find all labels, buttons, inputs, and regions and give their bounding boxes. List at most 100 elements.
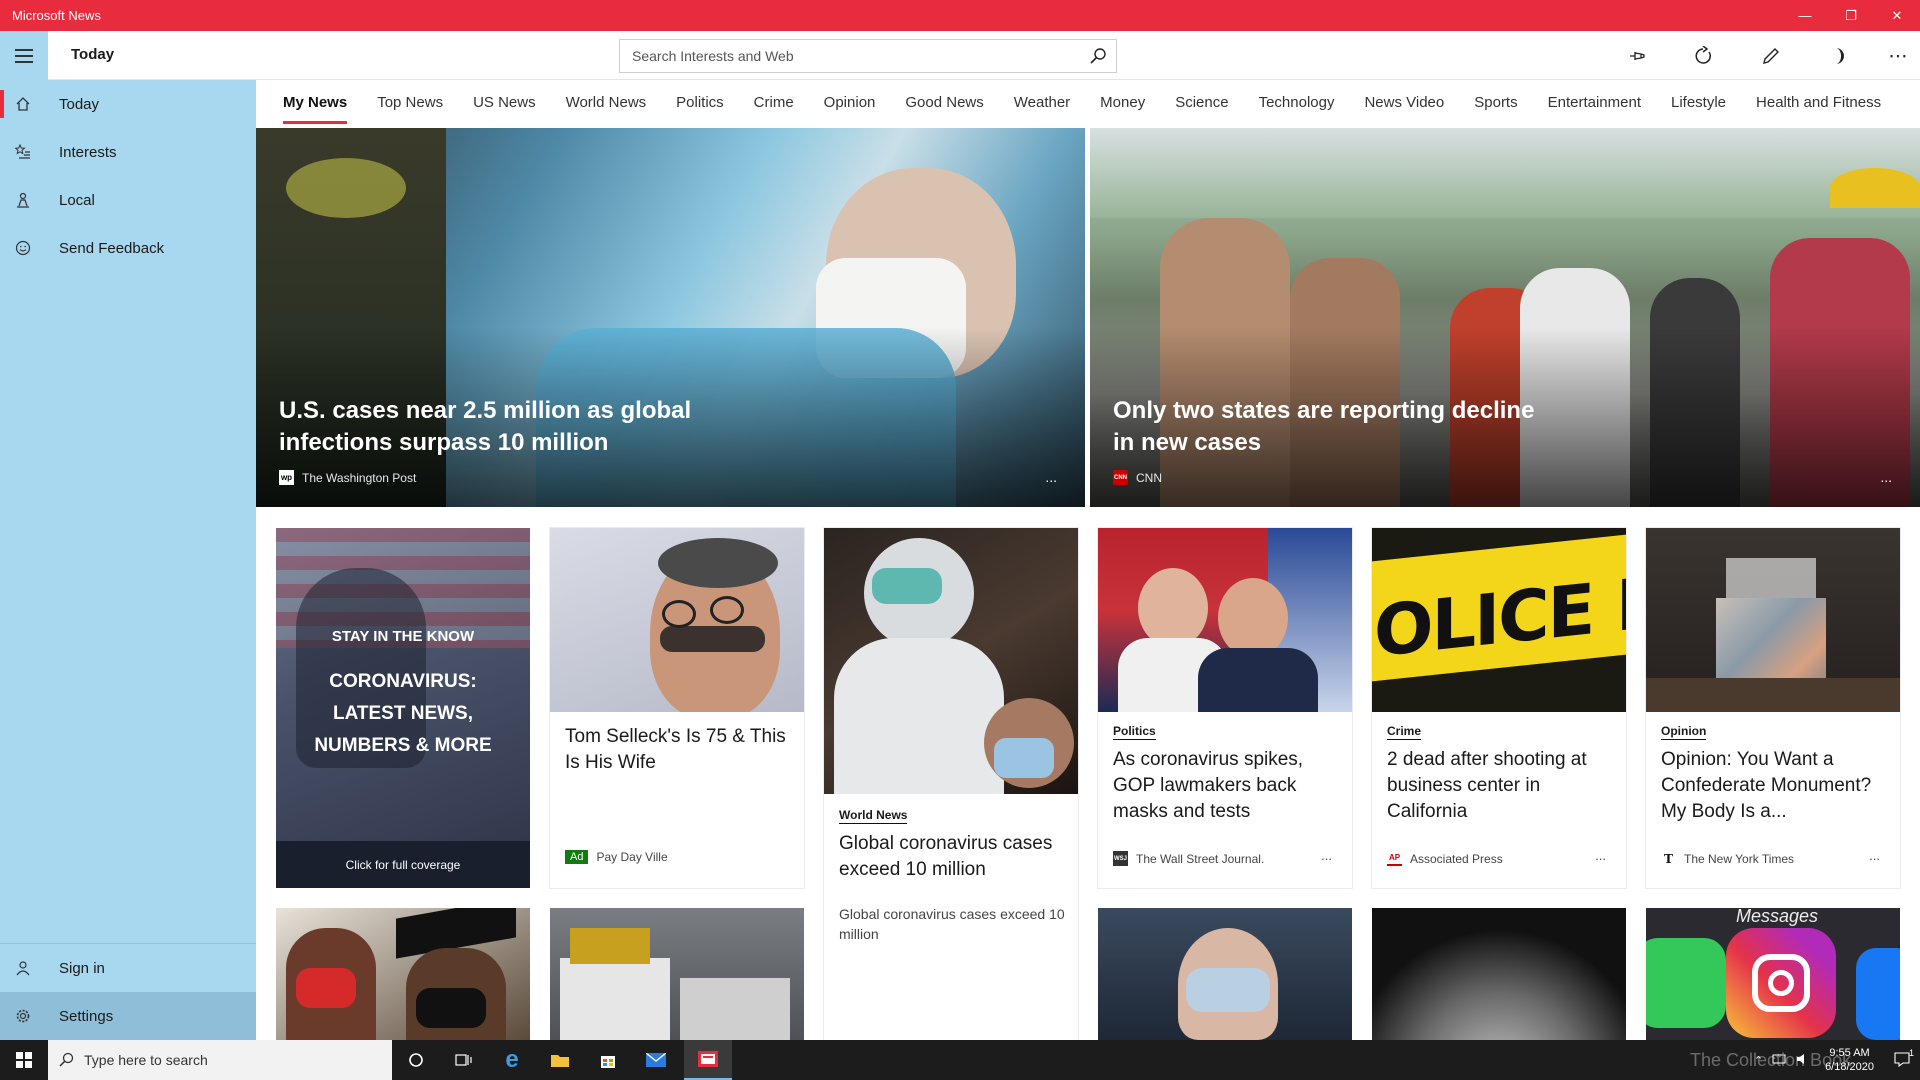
- card-category[interactable]: World News: [839, 808, 908, 824]
- partial-card-apps[interactable]: Messages: [1646, 908, 1900, 1040]
- cnn-logo-icon: CNN: [1113, 470, 1128, 485]
- tab-news-video[interactable]: News Video: [1349, 80, 1459, 124]
- page-title: Today: [71, 46, 115, 63]
- promo-headline: CORONAVIRUS: LATEST NEWS, NUMBERS & MORE: [314, 671, 492, 756]
- edge-browser-icon[interactable]: e: [488, 1040, 536, 1080]
- more-options-icon[interactable]: ...: [1869, 848, 1880, 863]
- card-image: OLICE LIN: [1372, 528, 1626, 712]
- sidebar-item-label: Settings: [59, 1007, 114, 1025]
- refresh-icon[interactable]: [1692, 44, 1716, 68]
- minimize-button[interactable]: —: [1782, 0, 1828, 31]
- news-card-opinion[interactable]: Opinion Opinion: You Want a Confederate …: [1646, 528, 1900, 888]
- sidebar-item-sign-in[interactable]: Sign in: [0, 944, 256, 992]
- full-coverage-button[interactable]: Click for full coverage: [276, 841, 530, 888]
- tab-entertainment[interactable]: Entertainment: [1533, 80, 1656, 124]
- ad-card[interactable]: Tom Selleck's Is 75 & This Is His Wife A…: [550, 528, 804, 888]
- search-icon[interactable]: [1080, 47, 1116, 65]
- hero-source: wp The Washington Post: [279, 470, 416, 485]
- partial-card-planet[interactable]: [1372, 908, 1626, 1040]
- card-category[interactable]: Crime: [1387, 724, 1422, 740]
- card-image: [1646, 528, 1900, 712]
- news-card-crime[interactable]: OLICE LIN Crime 2 dead after shooting at…: [1372, 528, 1626, 888]
- maximize-button[interactable]: ❐: [1828, 0, 1874, 31]
- card-title: As coronavirus spikes, GOP lawmakers bac…: [1113, 749, 1304, 822]
- partial-card-mask[interactable]: [1098, 908, 1352, 1040]
- hamburger-menu-icon[interactable]: [0, 31, 48, 80]
- messages-label: Messages: [1736, 908, 1819, 926]
- search-box[interactable]: Search Interests and Web: [619, 39, 1117, 73]
- hero-story-1[interactable]: U.S. cases near 2.5 million as global in…: [256, 128, 1085, 507]
- partial-card-trucks[interactable]: [550, 908, 804, 1040]
- hero-source-name: CNN: [1136, 470, 1162, 485]
- category-tabs: My News Top News US News World News Poli…: [256, 80, 1920, 124]
- sidebar-item-send-feedback[interactable]: Send Feedback: [0, 224, 256, 272]
- more-options-icon[interactable]: ⋯: [1886, 44, 1910, 68]
- card-title: Tom Selleck's Is 75 & This Is His Wife: [565, 726, 786, 773]
- card-source-name: The Wall Street Journal.: [1136, 851, 1265, 866]
- sidebar-item-interests[interactable]: Interests: [0, 128, 256, 176]
- pin-icon[interactable]: [1625, 44, 1649, 68]
- sidebar-item-local[interactable]: Local: [0, 176, 256, 224]
- news-card-politics[interactable]: Politics As coronavirus spikes, GOP lawm…: [1098, 528, 1352, 888]
- coronavirus-coverage-card[interactable]: STAY IN THE KNOW CORONAVIRUS: LATEST NEW…: [276, 528, 530, 888]
- search-input[interactable]: Search Interests and Web: [620, 48, 1080, 64]
- person-local-icon: [0, 192, 46, 208]
- tab-politics[interactable]: Politics: [661, 80, 739, 124]
- mail-icon[interactable]: [632, 1040, 680, 1080]
- taskbar-search-placeholder: Type here to search: [84, 1052, 208, 1068]
- file-explorer-icon[interactable]: [536, 1040, 584, 1080]
- news-app-icon[interactable]: [684, 1040, 732, 1080]
- tab-science[interactable]: Science: [1160, 80, 1243, 124]
- action-center-icon[interactable]: 1: [1884, 1047, 1920, 1070]
- tab-us-news[interactable]: US News: [458, 80, 551, 124]
- card-image: [824, 528, 1078, 794]
- sidebar-item-today[interactable]: Today: [0, 80, 256, 128]
- sidebar: Today Interests Local Send Feedback Sign…: [0, 31, 256, 1040]
- card-summary: Global coronavirus cases exceed 10 milli…: [839, 906, 1065, 942]
- sidebar-item-label: Send Feedback: [59, 239, 165, 257]
- tab-world-news[interactable]: World News: [551, 80, 662, 124]
- promo-kicker: STAY IN THE KNOW: [331, 628, 475, 645]
- hero-title: Only two states are reporting decline in…: [1113, 397, 1535, 456]
- taskbar: Type here to search e ⌃ 9:55 AM 6/18/202…: [0, 1040, 1920, 1080]
- tab-lifestyle[interactable]: Lifestyle: [1656, 80, 1741, 124]
- tab-opinion[interactable]: Opinion: [809, 80, 891, 124]
- tab-top-news[interactable]: Top News: [362, 80, 458, 124]
- card-source-name: Pay Day Ville: [596, 850, 668, 864]
- sidebar-item-label: Local: [59, 191, 95, 209]
- ad-badge: Ad: [565, 850, 589, 864]
- tab-technology[interactable]: Technology: [1244, 80, 1350, 124]
- partial-card-graduates[interactable]: [276, 908, 530, 1040]
- tab-my-news[interactable]: My News: [256, 80, 362, 124]
- store-icon[interactable]: [584, 1040, 632, 1080]
- card-category[interactable]: Politics: [1113, 724, 1156, 740]
- hero-story-2[interactable]: Only two states are reporting decline in…: [1090, 128, 1920, 507]
- news-card-world[interactable]: World News Global coronavirus cases exce…: [824, 528, 1078, 1040]
- card-source-name: The New York Times: [1684, 851, 1795, 866]
- more-options-icon[interactable]: ...: [1595, 848, 1606, 863]
- task-view-icon[interactable]: [440, 1040, 488, 1080]
- more-options-icon[interactable]: ...: [1045, 469, 1057, 485]
- card-title: 2 dead after shooting at business center…: [1387, 749, 1587, 822]
- cortana-icon[interactable]: [392, 1040, 440, 1080]
- more-options-icon[interactable]: ...: [1880, 469, 1892, 485]
- card-source: Ad Pay Day Ville: [565, 850, 668, 864]
- card-image: [550, 528, 804, 712]
- tab-sports[interactable]: Sports: [1459, 80, 1532, 124]
- card-category[interactable]: Opinion: [1661, 724, 1707, 740]
- tab-money[interactable]: Money: [1085, 80, 1160, 124]
- notification-count: 1: [1908, 1047, 1914, 1058]
- washington-post-logo-icon: wp: [279, 470, 294, 485]
- dark-mode-icon[interactable]: [1826, 44, 1850, 68]
- taskbar-search[interactable]: Type here to search: [48, 1040, 392, 1080]
- pencil-icon[interactable]: [1759, 44, 1783, 68]
- tab-good-news[interactable]: Good News: [890, 80, 998, 124]
- close-button[interactable]: ✕: [1874, 0, 1920, 31]
- sidebar-item-settings[interactable]: Settings: [0, 992, 256, 1040]
- more-options-icon[interactable]: ...: [1321, 848, 1332, 863]
- tab-health-and-fitness[interactable]: Health and Fitness: [1741, 80, 1896, 124]
- tab-crime[interactable]: Crime: [739, 80, 809, 124]
- start-button[interactable]: [0, 1040, 48, 1080]
- card-source: AP Associated Press: [1387, 851, 1503, 866]
- tab-weather[interactable]: Weather: [999, 80, 1085, 124]
